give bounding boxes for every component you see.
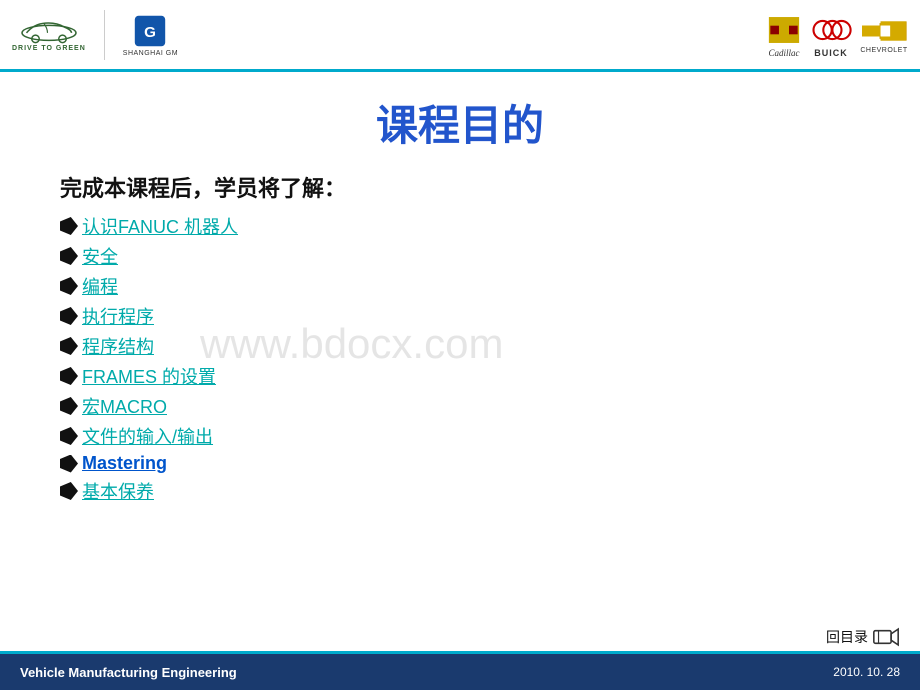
bullet-icon [60,247,78,265]
bullet-icon [60,277,78,295]
list-item: Mastering [60,453,860,474]
bullet-icon [60,397,78,415]
bullet-icon [60,455,78,473]
footer-date: 2010. 10. 28 [833,665,900,679]
menu-list: 认识FANUC 机器人 安全 编程 执行程序 程序结构 FRAMES 的设置 宏… [60,213,860,504]
back-nav[interactable]: 回目录 [826,626,900,648]
list-item: 执行程序 [60,303,860,329]
buick-logo: BUICK [810,12,852,58]
bullet-icon [60,337,78,355]
footer-title: Vehicle Manufacturing Engineering [20,665,237,680]
link-macro[interactable]: 宏MACRO [82,393,167,419]
header: DRIVE TO GREEN G SHANGHAI GM Cadillac [0,0,920,72]
chevrolet-brand-text: CHEVROLET [860,47,907,54]
list-item: 基本保养 [60,478,860,504]
cadillac-crest-icon [766,12,802,48]
drive-to-green-logo: DRIVE TO GREEN [12,17,86,52]
cadillac-logo: Cadillac [766,12,802,58]
list-item: 文件的输入/输出 [60,423,860,449]
bullet-icon [60,482,78,500]
link-fanuc[interactable]: 认识FANUC 机器人 [82,213,238,239]
shanghai-gm-logo: G SHANGHAI GM [123,12,178,57]
main-content: 课程目的 完成本课程后，学员将了解： 认识FANUC 机器人 安全 编程 执行程… [0,72,920,518]
list-item: 认识FANUC 机器人 [60,213,860,239]
sgm-icon: G [131,12,169,50]
bullet-icon [60,427,78,445]
list-item: 编程 [60,273,860,299]
link-frames[interactable]: FRAMES 的设置 [82,363,216,389]
buick-emblem-icon [810,12,852,48]
cadillac-brand-text: Cadillac [769,48,800,58]
chevrolet-logo: CHEVROLET [860,15,908,54]
buick-brand-text: BUICK [814,48,848,58]
list-item: FRAMES 的设置 [60,363,860,389]
page-title: 课程目的 [60,92,860,153]
back-nav-icon [872,626,900,648]
header-right-logos: Cadillac BUICK [766,12,908,58]
car-icon [19,17,79,45]
link-mastering[interactable]: Mastering [82,453,167,474]
list-item: 宏MACRO [60,393,860,419]
sgm-text: SHANGHAI GM [123,50,178,57]
link-safety[interactable]: 安全 [82,243,118,269]
bullet-icon [60,307,78,325]
bullet-icon [60,217,78,235]
link-execute[interactable]: 执行程序 [82,303,154,329]
list-item: 程序结构 [60,333,860,359]
footer: Vehicle Manufacturing Engineering 2010. … [0,654,920,690]
header-left-logos: DRIVE TO GREEN G SHANGHAI GM [12,10,178,60]
svg-text:G: G [145,24,157,41]
link-structure[interactable]: 程序结构 [82,333,154,359]
header-logo-divider [104,10,105,60]
link-maintenance[interactable]: 基本保养 [82,478,154,504]
drive-to-green-text: DRIVE TO GREEN [12,45,86,52]
link-file-io[interactable]: 文件的输入/输出 [82,423,213,449]
back-nav-label[interactable]: 回目录 [826,627,868,647]
subtitle: 完成本课程后，学员将了解： [60,171,860,203]
link-programming[interactable]: 编程 [82,273,118,299]
list-item: 安全 [60,243,860,269]
bullet-icon [60,367,78,385]
chevrolet-emblem-icon [860,15,908,47]
